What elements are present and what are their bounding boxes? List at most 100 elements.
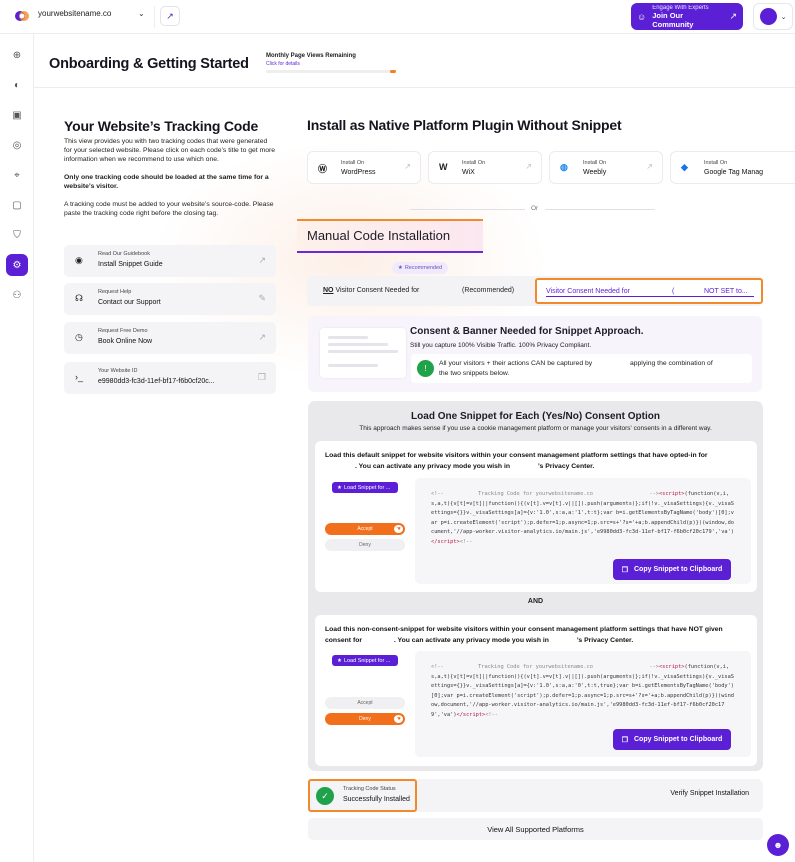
- sidebar-item-heatmaps[interactable]: ◎: [6, 134, 28, 156]
- copy-snippet-button[interactable]: ❐ Copy Snippet to Clipboard: [613, 729, 731, 750]
- instruction-paragraph: A tracking code must be added to your we…: [64, 201, 274, 217]
- deny-label: Deny: [359, 542, 371, 548]
- contact-support-card[interactable]: ☊ Request Help Contact our Support ✎: [64, 283, 276, 315]
- platform-wordpress[interactable]: Ⓦ Install On WordPress ↗: [307, 151, 421, 184]
- tab-consent-needed[interactable]: Visitor Consent Needed for ( NOT SET to.…: [535, 278, 763, 304]
- sidebar-item-inbox[interactable]: ▣: [6, 104, 28, 126]
- tab-yes-paren: (: [672, 288, 675, 295]
- note-part-c: the two snippets below.: [439, 370, 510, 377]
- consent-tabs: NO Visitor Consent Needed for (Recommend…: [307, 276, 763, 306]
- sidebar-item-recordings[interactable]: ⌖: [6, 164, 28, 186]
- code-comment: -->: [649, 491, 659, 497]
- card-small-label: Request Help: [98, 289, 132, 295]
- card-small-label: Your Website ID: [98, 368, 138, 374]
- consent-snippet-card: Load this default snippet for website vi…: [315, 441, 757, 592]
- star-icon: ★: [337, 484, 342, 491]
- platform-weebly[interactable]: ◍ Install On Weebly ↗: [549, 151, 663, 184]
- book-icon: ◉: [75, 255, 83, 265]
- code-comment: <!--: [431, 664, 444, 670]
- code-snippet-box[interactable]: <!-- Tracking Code for yourwebsitename.c…: [415, 478, 751, 584]
- clock-icon: ◷: [75, 332, 83, 342]
- accept-option: Accept ☚: [325, 523, 405, 535]
- copy-label: Copy Snippet to Clipboard: [634, 566, 723, 573]
- sidebar-item-feedback[interactable]: ▢: [6, 194, 28, 216]
- book-demo-card[interactable]: ◷ Request Free Demo Book Online Now ↗: [64, 322, 276, 354]
- install-guide-card[interactable]: ◉ Read Our Guidebook Install Snippet Gui…: [64, 245, 276, 277]
- tracking-status-row: ✓ Tracking Code Status Successfully Inst…: [308, 779, 763, 812]
- view-all-platforms-button[interactable]: View All Supported Platforms: [308, 818, 763, 840]
- community-icon: ☺: [637, 11, 647, 22]
- website-selector[interactable]: yourwebsitename.co ⌄: [38, 9, 145, 18]
- sidebar-item-users[interactable]: ⚇: [6, 284, 28, 306]
- consent-banner-card: Consent & Banner Needed for Snippet Appr…: [308, 316, 762, 392]
- platform-small-label: Install On: [583, 160, 607, 166]
- note-part-b: applying the combination of: [629, 360, 713, 367]
- card-small-label: Read Our Guidebook: [98, 251, 150, 257]
- copy-icon: ❐: [257, 372, 266, 382]
- external-link-icon: ↗: [729, 11, 737, 21]
- snippet-description: Load this default snippet for website vi…: [325, 450, 745, 472]
- shield-icon: ⛉: [13, 229, 21, 241]
- code-comment: -->: [649, 664, 659, 670]
- desc-part-a: Load this default snippet for website vi…: [325, 452, 708, 459]
- page-views-details-link[interactable]: Click for details: [266, 61, 396, 67]
- accept-option: Accept: [325, 697, 405, 709]
- manual-install-header: Manual Code Installation: [297, 219, 483, 253]
- external-link-icon: ↗: [646, 162, 653, 171]
- code-snippet[interactable]: <!-- Tracking Code for yourwebsitename.c…: [431, 490, 735, 547]
- page-views-progress: [266, 70, 396, 73]
- external-link-icon: ↗: [258, 332, 266, 342]
- open-website-button[interactable]: ↗: [160, 6, 180, 26]
- user-icon: ⚇: [12, 289, 22, 301]
- verify-installation-button[interactable]: Verify Snippet Installation: [670, 790, 749, 797]
- hand-pointer-icon: ☚: [394, 525, 403, 533]
- approach-title: Load One Snippet for Each (Yes/No) Conse…: [411, 411, 660, 422]
- manual-install-title: Manual Code Installation: [307, 228, 451, 243]
- join-community-button[interactable]: ☺ Engage With Experts Join Our Community…: [631, 3, 743, 30]
- gtm-icon: ◆: [681, 162, 688, 172]
- platform-name: Google Tag Manag: [704, 169, 764, 176]
- tab-no-consent[interactable]: NO Visitor Consent Needed for: [323, 287, 419, 294]
- code-snippet[interactable]: <!-- Tracking Code for yourwebsitename.c…: [431, 663, 735, 720]
- code-comment: <!--: [431, 491, 444, 497]
- page-views-widget[interactable]: Monthly Page Views Remaining Click for d…: [266, 53, 396, 73]
- sidebar-item-analytics[interactable]: ◐: [6, 74, 28, 96]
- spiral-icon: ◎: [12, 139, 22, 151]
- code-snippet-box[interactable]: <!-- Tracking Code for yourwebsitename.c…: [415, 651, 751, 757]
- card-main-label: Install Snippet Guide: [98, 261, 163, 268]
- app-logo-icon: [15, 11, 29, 21]
- approach-subtitle: This approach makes sense if you use a c…: [359, 425, 712, 432]
- account-menu[interactable]: ⌄: [753, 3, 793, 30]
- sidebar-item-add-website[interactable]: ⊕: [6, 44, 28, 66]
- chat-widget-button[interactable]: ☻: [767, 834, 789, 856]
- load-snippet-button[interactable]: ★ Load Snippet for ...: [332, 655, 398, 666]
- platform-gtm[interactable]: ◆ Install On Google Tag Manag: [670, 151, 795, 184]
- tracking-status-box: ✓ Tracking Code Status Successfully Inst…: [308, 779, 417, 812]
- sidebar-item-privacy[interactable]: ⛉: [6, 224, 28, 246]
- tab-yes-label: Visitor Consent Needed for: [546, 288, 630, 295]
- code-body: (function(v,i,s,a,t){v[t]=v[t]||function…: [431, 664, 734, 718]
- external-link-icon: ↗: [258, 255, 266, 265]
- globe-icon: ◐: [13, 79, 21, 91]
- platform-wix[interactable]: W Install On WiX ↗: [428, 151, 542, 184]
- load-snippet-button[interactable]: ★ Load Snippet for ...: [332, 482, 398, 493]
- platform-small-label: Install On: [341, 160, 365, 166]
- section-title: Your Website’s Tracking Code: [64, 118, 259, 134]
- desc-part-b: . You can activate any privacy mode you …: [355, 463, 510, 470]
- intro-paragraph: This view provides you with two tracking…: [64, 138, 276, 163]
- platform-name: Weebly: [583, 169, 607, 176]
- website-id-card[interactable]: ›_ Your Website ID e9980dd3-fc3d-11ef-bf…: [64, 362, 276, 394]
- deny-label: Deny: [359, 716, 371, 722]
- copy-snippet-button[interactable]: ❐ Copy Snippet to Clipboard: [613, 559, 731, 580]
- divider: [545, 209, 655, 210]
- deny-option: Deny ☚: [325, 713, 405, 725]
- accent-line: [297, 219, 483, 221]
- gear-icon: ⚙: [12, 259, 22, 271]
- target-icon: ⌖: [14, 169, 20, 181]
- accent-line: [297, 251, 483, 253]
- non-consent-snippet-card: Load this non-consent-snippet for websit…: [315, 615, 757, 766]
- code-site: yourwebsitename.co: [535, 491, 593, 497]
- sidebar-item-settings[interactable]: ⚙: [6, 254, 28, 276]
- banner-note-text: All your visitors + their actions CAN be…: [439, 359, 749, 379]
- check-circle-icon: ✓: [316, 787, 334, 805]
